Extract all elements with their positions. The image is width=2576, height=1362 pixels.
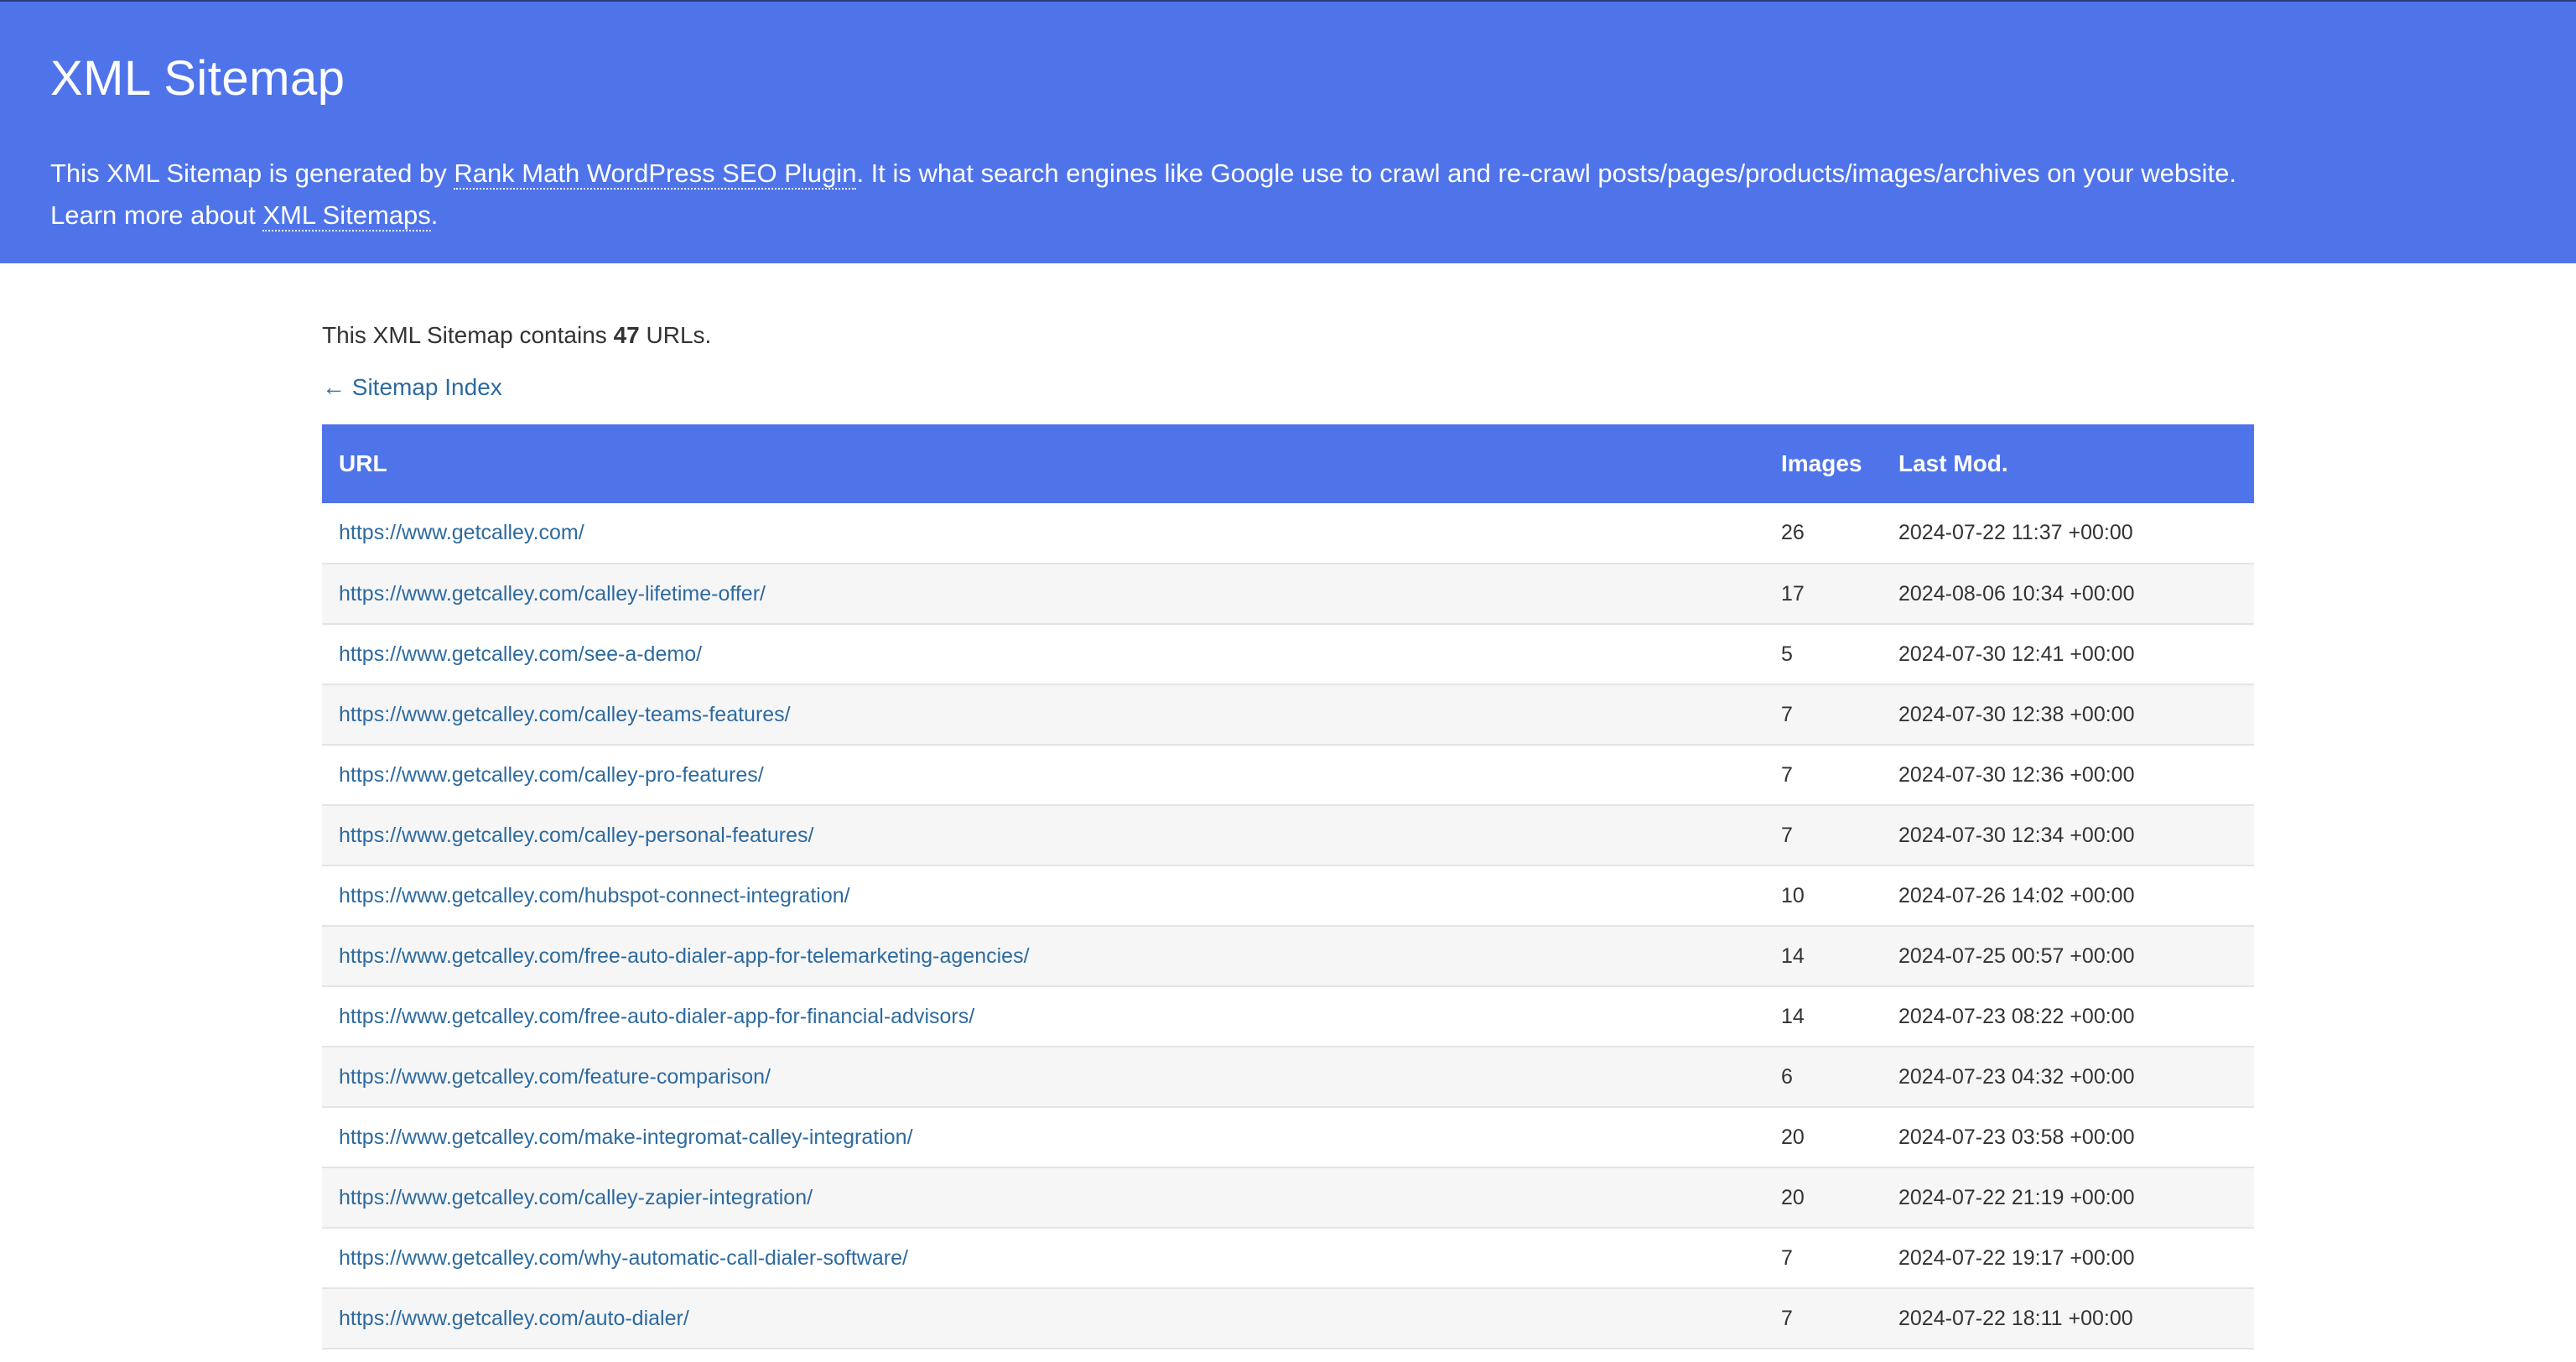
url-cell: https://www.getcalley.com/free-auto-dial…: [322, 926, 1764, 986]
last-modified: 2024-07-23 08:22 +00:00: [1898, 1004, 2135, 1028]
sitemap-table: URL Images Last Mod. https://www.getcall…: [322, 424, 2254, 1349]
url-link[interactable]: https://www.getcalley.com/calley-pro-fea…: [339, 763, 764, 787]
header-url[interactable]: URL: [322, 424, 1764, 503]
url-cell: https://www.getcalley.com/calley-lifetim…: [322, 564, 1764, 624]
page-header: XML Sitemap This XML Sitemap is generate…: [0, 2, 2576, 263]
url-link[interactable]: https://www.getcalley.com/hubspot-connec…: [339, 884, 850, 907]
learn-prefix: Learn more about: [50, 200, 263, 230]
summary-prefix: This XML Sitemap contains: [322, 322, 614, 348]
url-link[interactable]: https://www.getcalley.com/free-auto-dial…: [339, 1005, 974, 1028]
last-modified: 2024-07-25 00:57 +00:00: [1898, 944, 2135, 968]
images-count: 7: [1781, 1245, 1793, 1270]
url-link[interactable]: https://www.getcalley.com/calley-zapier-…: [339, 1186, 813, 1209]
url-cell: https://www.getcalley.com/calley-zapier-…: [322, 1167, 1764, 1228]
header-description: This XML Sitemap is generated by Rank Ma…: [50, 153, 2526, 237]
desc-middle: . It is what search engines like Google …: [856, 159, 2236, 188]
last-modified: 2024-08-06 10:34 +00:00: [1898, 581, 2135, 606]
url-link[interactable]: https://www.getcalley.com/calley-teams-f…: [339, 703, 791, 726]
url-cell: https://www.getcalley.com/auto-dialer/: [322, 1288, 1764, 1349]
url-cell: https://www.getcalley.com/calley-teams-f…: [322, 684, 1764, 745]
last-modified: 2024-07-23 04:32 +00:00: [1898, 1064, 2135, 1089]
url-cell: https://www.getcalley.com/make-integroma…: [322, 1107, 1764, 1167]
url-cell: https://www.getcalley.com/feature-compar…: [322, 1047, 1764, 1107]
table-row: https://www.getcalley.com/calley-pro-fea…: [322, 745, 2254, 805]
url-link[interactable]: https://www.getcalley.com/free-auto-dial…: [339, 944, 1030, 968]
table-row: https://www.getcalley.com/free-auto-dial…: [322, 986, 2254, 1047]
url-link[interactable]: https://www.getcalley.com/see-a-demo/: [339, 642, 702, 666]
url-link[interactable]: https://www.getcalley.com/auto-dialer/: [339, 1307, 689, 1330]
images-count: 14: [1781, 944, 1805, 968]
table-row: https://www.getcalley.com/calley-zapier-…: [322, 1167, 2254, 1228]
url-count: 47: [613, 322, 640, 348]
url-cell: https://www.getcalley.com/calley-persona…: [322, 805, 1764, 866]
url-count-summary: This XML Sitemap contains 47 URLs.: [322, 319, 2254, 352]
xml-sitemaps-link[interactable]: XML Sitemaps: [262, 200, 431, 231]
url-link[interactable]: https://www.getcalley.com/feature-compar…: [339, 1065, 771, 1089]
url-link[interactable]: https://www.getcalley.com/calley-persona…: [339, 824, 813, 847]
table-row: https://www.getcalley.com/free-auto-dial…: [322, 926, 2254, 986]
header-images[interactable]: Images: [1764, 424, 1882, 503]
url-cell: https://www.getcalley.com/free-auto-dial…: [322, 986, 1764, 1047]
main-content: This XML Sitemap contains 47 URLs. ← Sit…: [322, 319, 2254, 1349]
url-link[interactable]: https://www.getcalley.com/make-integroma…: [339, 1125, 913, 1149]
learn-suffix: .: [430, 200, 439, 230]
table-header-row: URL Images Last Mod.: [322, 424, 2254, 503]
images-count: 7: [1781, 702, 1793, 726]
images-count: 26: [1781, 521, 1805, 544]
url-link[interactable]: https://www.getcalley.com/why-automatic-…: [339, 1246, 908, 1270]
table-row: https://www.getcalley.com/calley-persona…: [322, 805, 2254, 866]
header-last-mod[interactable]: Last Mod.: [1882, 424, 2254, 503]
table-row: https://www.getcalley.com/feature-compar…: [322, 1047, 2254, 1107]
images-count: 5: [1781, 642, 1793, 666]
table-row: https://www.getcalley.com/calley-lifetim…: [322, 564, 2254, 624]
table-row: https://www.getcalley.com/26 2024-07-22 1…: [322, 503, 2254, 564]
url-cell: https://www.getcalley.com/why-automatic-…: [322, 1228, 1764, 1288]
images-count: 10: [1781, 883, 1805, 907]
table-row: https://www.getcalley.com/why-automatic-…: [322, 1228, 2254, 1288]
url-link[interactable]: https://www.getcalley.com/calley-lifetim…: [339, 582, 766, 606]
last-modified: 2024-07-23 03:58 +00:00: [1898, 1125, 2135, 1149]
images-count: 20: [1781, 1185, 1805, 1209]
sitemap-index-link[interactable]: ← Sitemap Index: [322, 371, 502, 404]
rank-math-plugin-link[interactable]: Rank Math WordPress SEO Plugin: [454, 159, 857, 190]
images-count: 7: [1781, 762, 1793, 787]
images-count: 7: [1781, 823, 1793, 847]
last-modified: 2024-07-22 11:37 +00:00: [1898, 521, 2133, 544]
url-cell: https://www.getcalley.com/hubspot-connec…: [322, 866, 1764, 926]
url-cell: https://www.getcalley.com/: [322, 503, 1764, 564]
desc-prefix: This XML Sitemap is generated by: [50, 159, 454, 188]
images-count: 7: [1781, 1306, 1793, 1330]
table-row: https://www.getcalley.com/auto-dialer/7 2…: [322, 1288, 2254, 1349]
table-row: https://www.getcalley.com/hubspot-connec…: [322, 866, 2254, 926]
table-row: https://www.getcalley.com/calley-teams-f…: [322, 684, 2254, 745]
images-count: 6: [1781, 1064, 1793, 1089]
table-row: https://www.getcalley.com/make-integroma…: [322, 1107, 2254, 1167]
images-count: 14: [1781, 1004, 1805, 1028]
url-cell: https://www.getcalley.com/calley-pro-fea…: [322, 745, 1764, 805]
images-count: 20: [1781, 1125, 1805, 1149]
last-modified: 2024-07-26 14:02 +00:00: [1898, 883, 2135, 907]
last-modified: 2024-07-30 12:34 +00:00: [1898, 823, 2135, 847]
table-row: https://www.getcalley.com/see-a-demo/5 20…: [322, 624, 2254, 684]
url-cell: https://www.getcalley.com/see-a-demo/: [322, 624, 1764, 684]
summary-suffix: URLs.: [639, 322, 712, 348]
last-modified: 2024-07-22 21:19 +00:00: [1898, 1185, 2135, 1209]
last-modified: 2024-07-30 12:38 +00:00: [1898, 702, 2135, 726]
last-modified: 2024-07-22 18:11 +00:00: [1898, 1306, 2133, 1330]
last-modified: 2024-07-22 19:17 +00:00: [1898, 1245, 2135, 1270]
last-modified: 2024-07-30 12:41 +00:00: [1898, 642, 2135, 666]
url-link[interactable]: https://www.getcalley.com/: [339, 521, 584, 544]
images-count: 17: [1781, 581, 1805, 606]
last-modified: 2024-07-30 12:36 +00:00: [1898, 762, 2135, 787]
page-title: XML Sitemap: [50, 51, 345, 106]
